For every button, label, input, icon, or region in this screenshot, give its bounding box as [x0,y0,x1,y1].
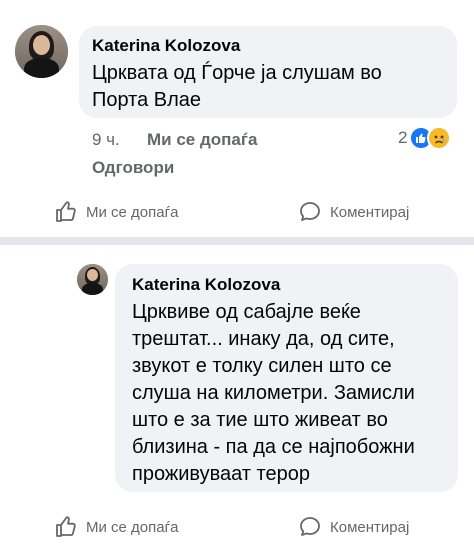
avatar[interactable] [15,25,68,78]
reaction-summary[interactable]: 2 [398,125,452,151]
comment-text-line: слуша на километри. Замисли [132,382,415,404]
post-like-button[interactable]: Ми се допаѓа [54,200,178,224]
comment-text: Црквиве од сабајле веќе трештат... инаку… [132,299,452,488]
section-divider [0,237,474,245]
comment-icon [300,202,320,221]
avatar[interactable] [77,264,108,295]
comment-timestamp[interactable]: 9 ч. [92,130,120,150]
comment-label: Коментирај [330,203,410,221]
comment-text-line: близина - па да се најпобожни [132,436,415,458]
post-like-button[interactable]: Ми се допаѓа [54,515,178,539]
comment-text-line: проживуваат терор [132,463,310,485]
comment-text-line: што е за тие што живеат во [132,409,388,431]
thumbs-up-icon [56,516,76,537]
comment-author[interactable]: Katerina Kolozova [132,275,280,295]
thumbs-up-icon [56,201,76,222]
comment-author[interactable]: Katerina Kolozova [92,36,240,56]
post-comment-button[interactable]: Коментирај [298,515,409,539]
like-label: Ми се допаѓа [86,518,179,536]
sad-icon [427,126,452,150]
comment-text-line: Црквиве од сабајле веќе [132,301,361,323]
comment-label: Коментирај [330,518,410,536]
comment-like-button[interactable]: Ми се допаѓа [147,130,257,150]
reaction-count: 2 [398,128,408,147]
like-label: Ми се допаѓа [86,203,179,221]
comment-text-line: Порта Влае [92,89,202,111]
comment-text-line: Црквата од Ѓорче ја слушам во [92,62,382,84]
post-comment-button[interactable]: Коментирај [298,200,409,224]
comment-icon [300,517,320,536]
comment-text-line: звукот е толку силен што се [132,355,392,377]
comment-text-line: трештат... инаку да, од сите, [132,328,395,350]
comment-reply-button[interactable]: Одговори [92,158,174,178]
